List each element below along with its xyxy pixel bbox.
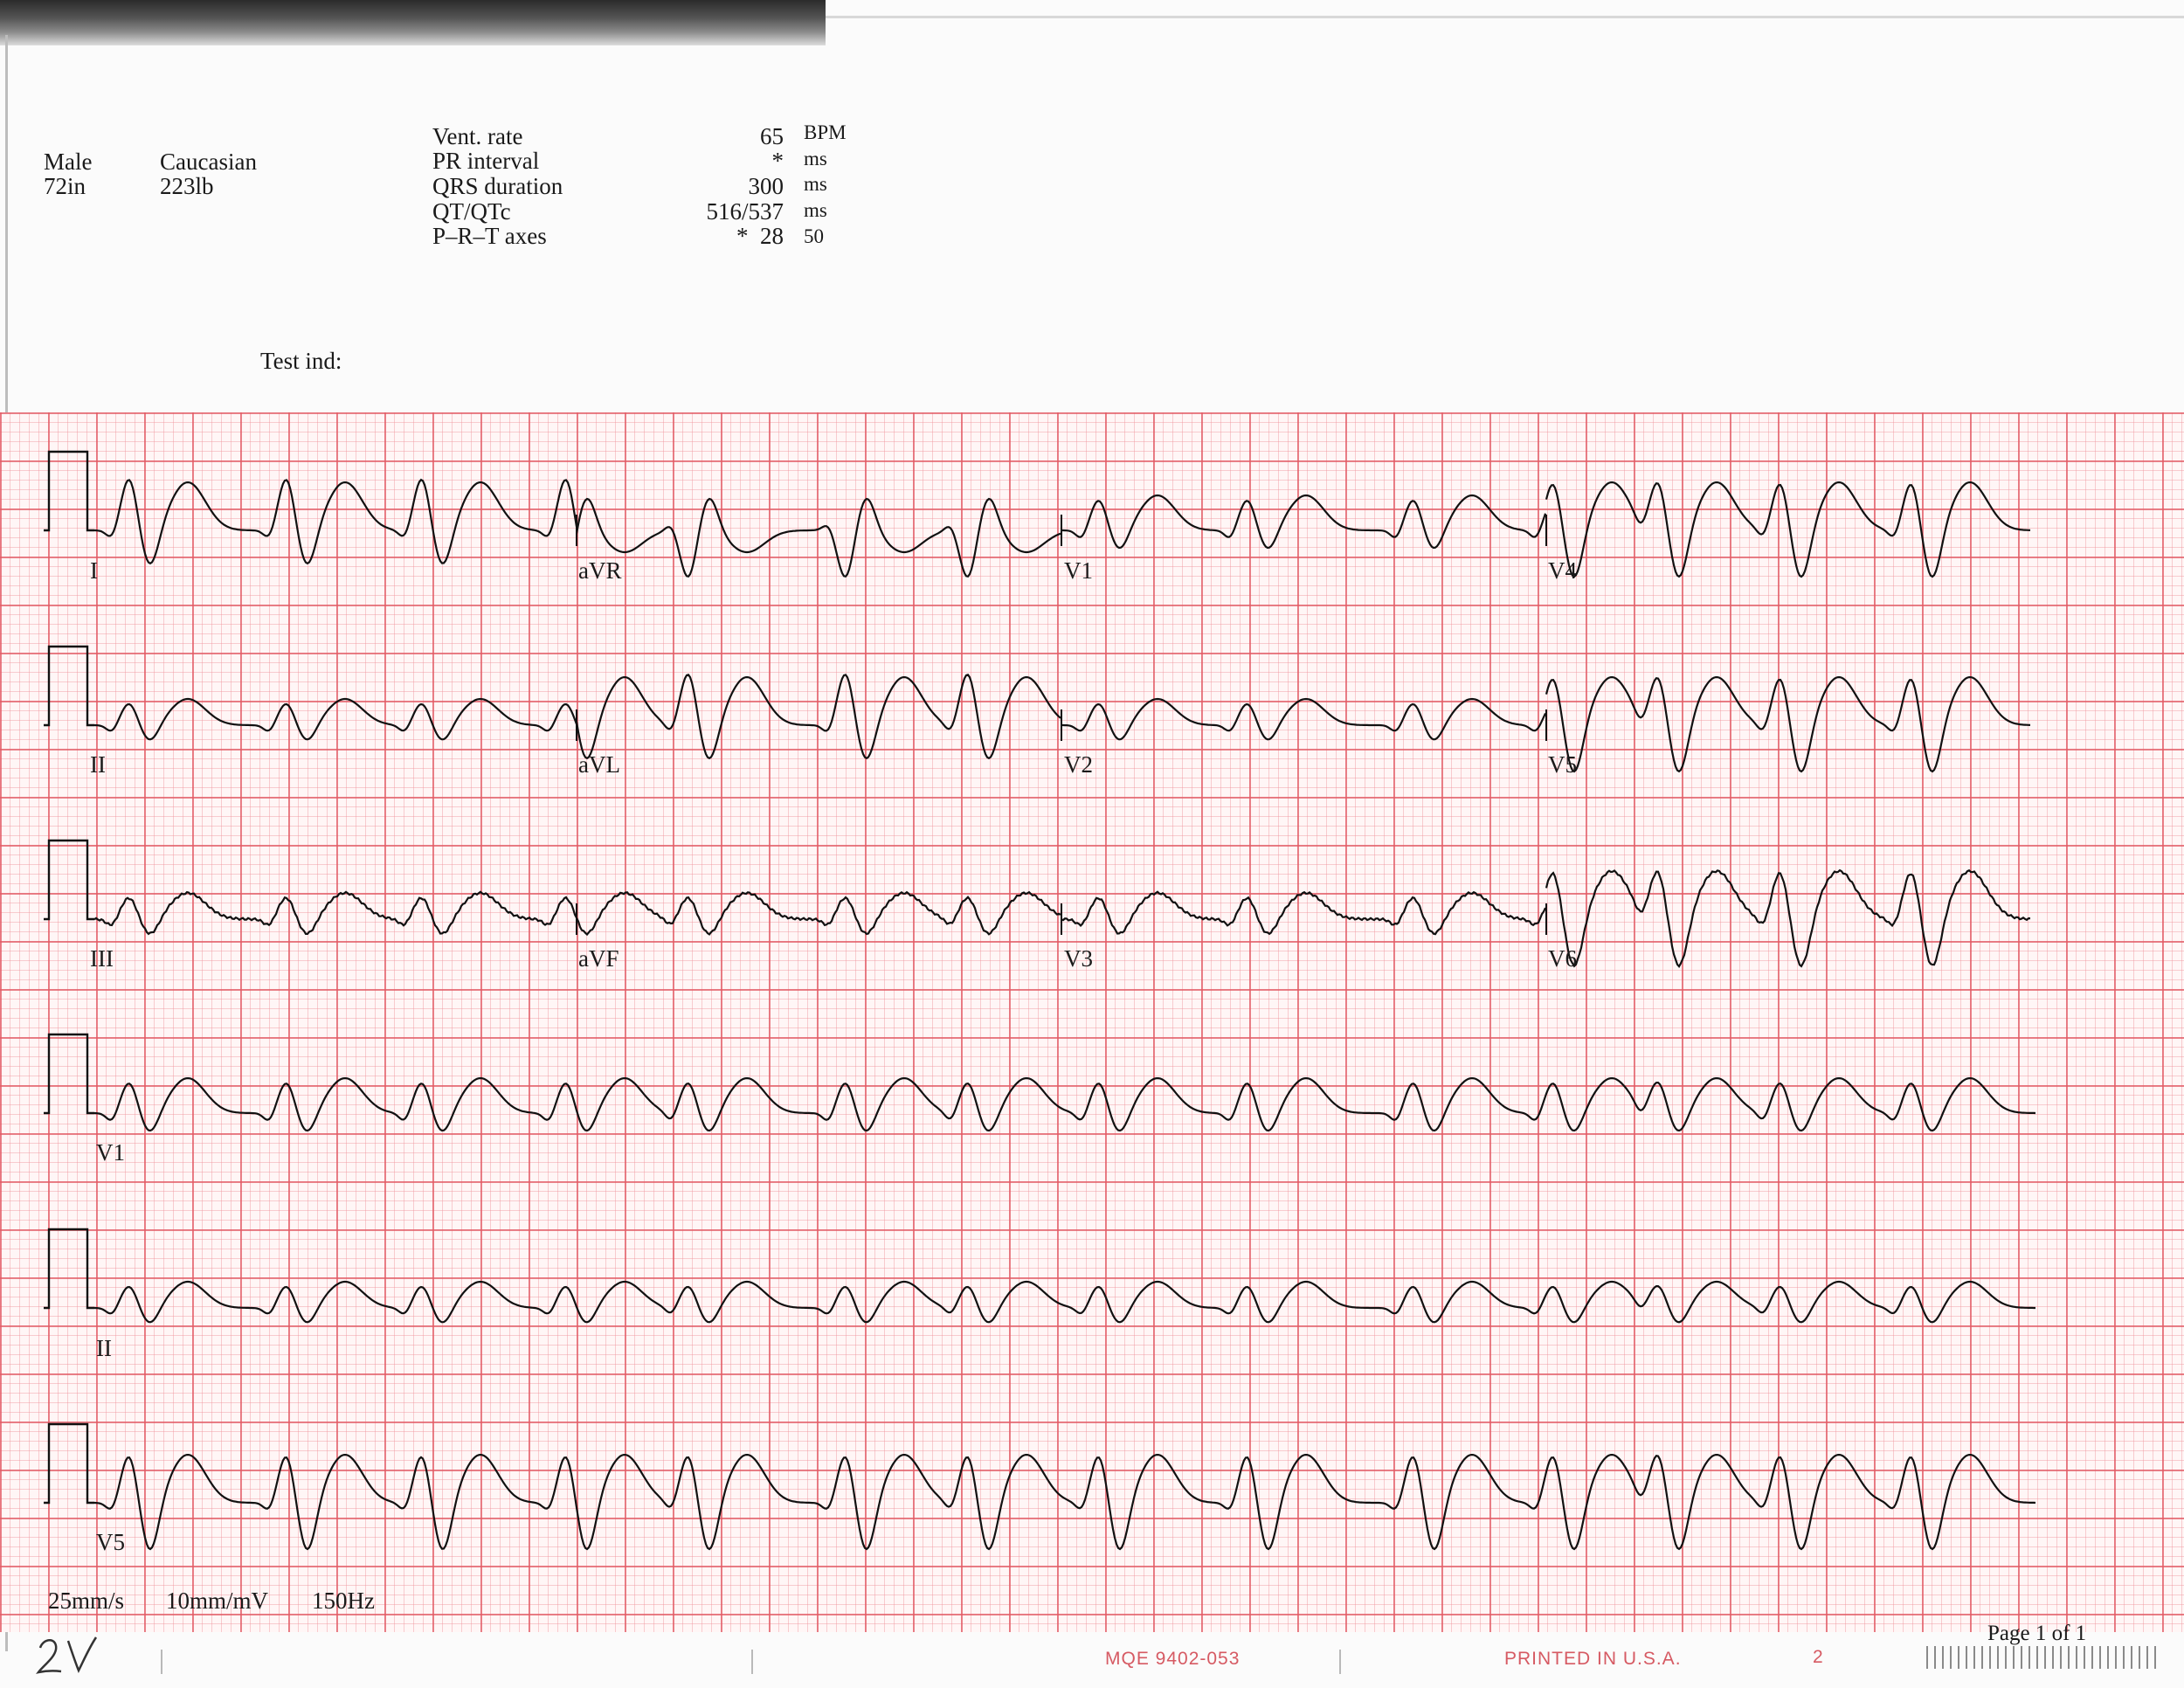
trace-lead-V3 [1061,890,1547,936]
trace-lead-aVF [576,890,1061,937]
rhythm-trace-V1 [93,1076,2036,1132]
calibration-pulse-1 [44,450,94,532]
trace-lead-V5 [1545,676,2031,773]
calibration-pulse-3 [44,839,94,921]
rhythm-label-V1: V1 [96,1139,125,1166]
ecg-traces [44,450,2036,1551]
lead-label-V4: V4 [1548,557,1577,584]
footer-tick-3 [1339,1650,1341,1674]
trace-lead-V6 [1545,868,2030,968]
paper-speed: 25mm/s [48,1588,125,1614]
lead-label-V5: V5 [1548,751,1577,778]
lead-label-III: III [90,945,114,972]
form-number: 2 [1813,1647,1824,1667]
lead-label-V1: V1 [1064,557,1093,584]
lead-label-aVF: aVF [578,945,619,972]
calibration-pulse-5 [44,1228,94,1310]
trace-lead-V1 [1061,494,1547,550]
lead-label-V6: V6 [1548,945,1577,972]
footer-tick-2 [751,1650,753,1674]
trace-lead-V2 [1061,697,1547,741]
calibration-pulse-6 [44,1422,94,1505]
lead-label-II: II [90,751,106,778]
calibration-pulses [44,450,94,1505]
printed-in-usa: PRINTED IN U.S.A. [1504,1649,1682,1669]
handwritten-note [35,1632,105,1680]
trace-lead-V4 [1545,481,2031,578]
trace-lead-III [93,890,577,936]
gain-setting: 10mm/mV [166,1588,269,1614]
trace-lead-II [93,697,578,741]
lead-label-V3: V3 [1064,945,1093,972]
barcode-strip [1926,1646,2162,1669]
filter-setting: 150Hz [312,1588,375,1614]
lead-label-aVL: aVL [578,751,620,778]
trace-lead-aVR [575,497,1061,578]
lead-label-I: I [90,557,98,584]
lead-label-aVR: aVR [578,557,622,584]
lead-label-V2: V2 [1064,751,1093,778]
rhythm-label-II: II [96,1335,112,1361]
rhythm-trace-II [93,1280,2035,1324]
form-code: MQE 9402-053 [1105,1649,1241,1669]
trace-lead-aVL [575,674,1061,760]
rhythm-trace-V5 [93,1453,2036,1551]
rhythm-label-V5: V5 [96,1529,125,1555]
trace-lead-I [93,478,578,565]
calibration-pulse-4 [44,1033,94,1115]
page-count: Page 1 of 1 [1987,1622,2087,1645]
footer-tick-1 [161,1650,162,1674]
calibration-pulse-2 [44,645,94,727]
ecg-waveforms [93,478,2036,1551]
